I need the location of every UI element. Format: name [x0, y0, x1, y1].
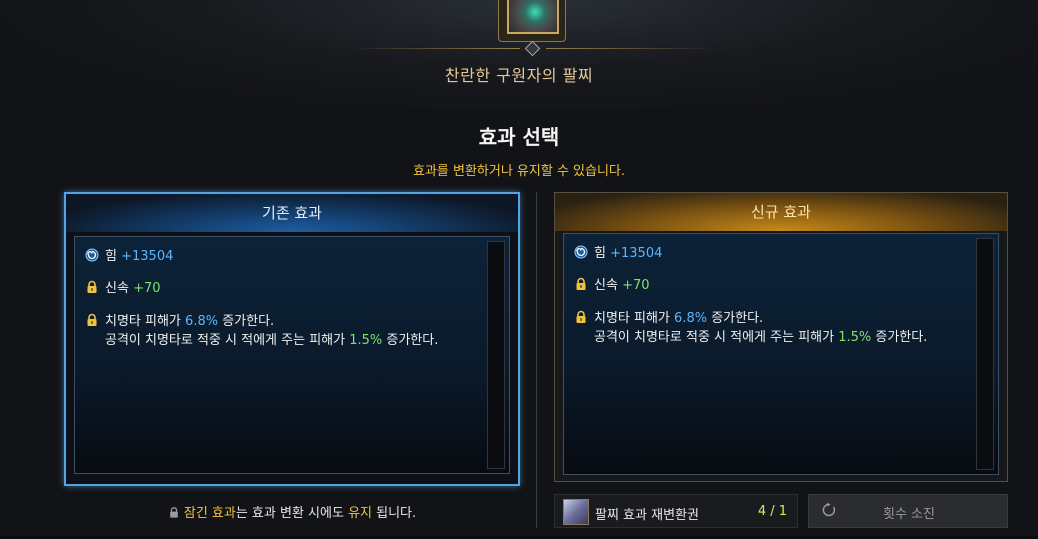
effect-value: 6.8%: [185, 314, 219, 329]
effect-value: +70: [133, 281, 161, 296]
effect-text: 증가한다.: [875, 330, 928, 345]
exhaust-button-label: 횟수 소진: [883, 507, 935, 522]
center-divider: [536, 192, 537, 528]
effect-text: 공격이 치명타로 적중 시 적에게 주는 피해가: [594, 330, 835, 345]
lock-note-keyword: 유지: [348, 506, 372, 521]
effect-label: 힘: [105, 249, 117, 264]
reroll-ticket-count: 4 / 1: [757, 504, 787, 519]
ornament-line-left: [350, 48, 520, 49]
item-name: 찬란한 구원자의 팔찌: [444, 66, 594, 85]
current-effect-panel[interactable]: 기존 효과 힘 +13504 신속 +70 치명타 피해가 6.8% 증가한다.…: [64, 192, 520, 486]
scrollbar[interactable]: [976, 238, 994, 470]
section-subtitle: 효과를 변환하거나 유지할 수 있습니다.: [412, 164, 626, 179]
reroll-ticket-bar: 팔찌 효과 재변환권 4 / 1: [554, 494, 798, 528]
new-effect-panel[interactable]: 신규 효과 힘 +13504 신속 +70 치명타 피해가 6.8% 증가한다.…: [554, 192, 1008, 482]
panel-header: 신규 효과: [555, 193, 1007, 231]
lock-icon: [576, 310, 586, 323]
effect-subline: 공격이 치명타로 적중 시 적에게 주는 피해가 1.5% 증가한다.: [594, 326, 927, 345]
lock-note: 잠긴 효과는 효과 변환 시에도 유지 됩니다.: [64, 502, 520, 521]
effect-subline: 공격이 치명타로 적중 시 적에게 주는 피해가 1.5% 증가한다.: [105, 329, 438, 348]
effect-line-strength: 힘 +13504: [574, 242, 662, 261]
effect-line-crit: 치명타 피해가 6.8% 증가한다.: [574, 307, 763, 326]
effect-value: +13504: [610, 246, 663, 261]
spiral-icon: [85, 248, 99, 262]
spiral-icon: [574, 245, 588, 259]
bracelet-icon: [507, 0, 559, 34]
effect-text: 증가한다.: [222, 314, 275, 329]
panel-header: 기존 효과: [66, 194, 518, 232]
effect-line-swiftness: 신속 +70: [85, 277, 161, 296]
section-title: 효과 선택: [478, 125, 560, 149]
reroll-ticket-icon: [563, 499, 589, 525]
effect-list: 힘 +13504 신속 +70 치명타 피해가 6.8% 증가한다. 공격이 치…: [74, 236, 510, 474]
lock-icon: [87, 313, 97, 326]
scrollbar[interactable]: [487, 241, 505, 469]
effect-label: 신속: [594, 278, 618, 293]
effect-text: 증가한다.: [711, 311, 764, 326]
lock-icon: [87, 280, 97, 293]
item-emblem: [498, 0, 566, 42]
effect-label: 신속: [105, 281, 129, 296]
effect-text: 증가한다.: [386, 333, 439, 348]
effect-value: +70: [622, 278, 650, 293]
effect-line-crit: 치명타 피해가 6.8% 증가한다.: [85, 310, 274, 329]
effect-value: 1.5%: [349, 333, 383, 348]
lock-note-keyword: 잠긴 효과: [183, 506, 236, 521]
lock-icon: [576, 277, 586, 290]
effect-value: +13504: [121, 249, 174, 264]
effect-value: 1.5%: [838, 330, 872, 345]
lock-icon: [170, 507, 178, 518]
effect-value: 6.8%: [674, 311, 708, 326]
exhaust-button[interactable]: 횟수 소진: [808, 494, 1008, 528]
effect-label: 힘: [594, 246, 606, 261]
effect-list: 힘 +13504 신속 +70 치명타 피해가 6.8% 증가한다. 공격이 치…: [563, 233, 999, 475]
effect-line-strength: 힘 +13504: [85, 245, 173, 264]
ornament-line-right: [546, 48, 716, 49]
lock-note-text: 는 효과 변환 시에도: [235, 506, 344, 521]
effect-text: 치명타 피해가: [105, 314, 181, 329]
effect-line-swiftness: 신속 +70: [574, 274, 650, 293]
reroll-ticket-label: 팔찌 효과 재변환권: [595, 508, 699, 523]
lock-note-text: 됩니다.: [376, 506, 417, 521]
effect-text: 치명타 피해가: [594, 311, 670, 326]
effect-text: 공격이 치명타로 적중 시 적에게 주는 피해가: [105, 333, 346, 348]
